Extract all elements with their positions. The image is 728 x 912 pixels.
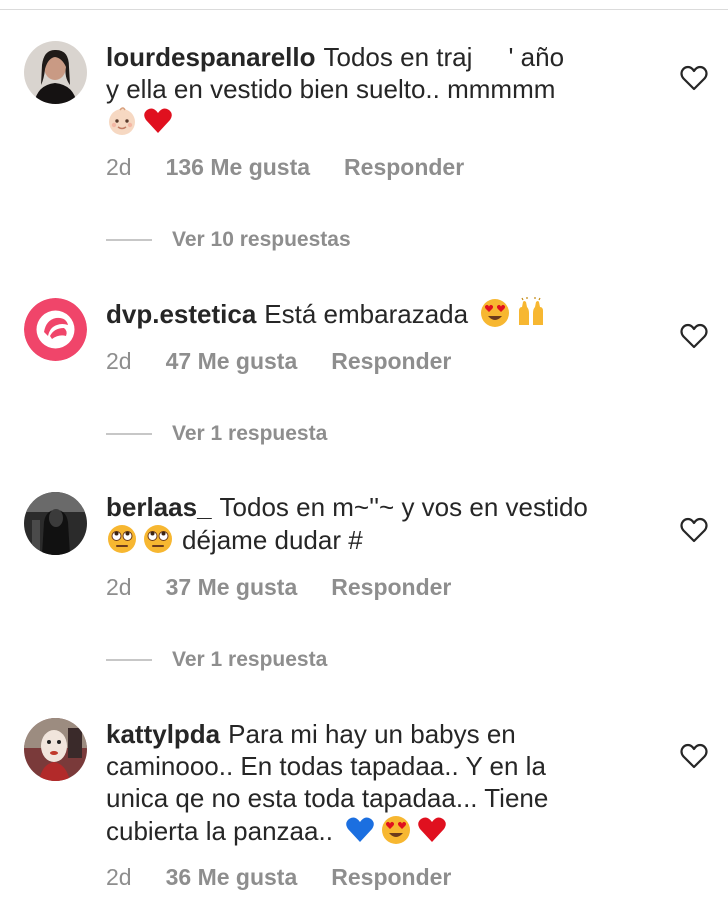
reply-button[interactable]: Responder bbox=[331, 347, 451, 375]
rolling-eyes-emoji bbox=[106, 523, 138, 555]
comment-body: Está embarazada bbox=[264, 299, 469, 329]
rolling-eyes-emoji bbox=[142, 523, 174, 555]
comment-body: Para mi hay un babys en bbox=[228, 719, 516, 749]
view-replies-button[interactable]: Ver 1 respuesta bbox=[106, 420, 327, 448]
reply-button[interactable]: Responder bbox=[331, 573, 451, 601]
comment-time: 2d bbox=[106, 574, 132, 600]
username[interactable]: dvp.estetica bbox=[106, 299, 256, 329]
like-heart-icon[interactable] bbox=[680, 743, 708, 769]
replies-line bbox=[106, 659, 152, 662]
username[interactable]: berlaas_ bbox=[106, 492, 212, 522]
comment-text: dvp.estetica Está embarazada bbox=[106, 297, 666, 330]
avatar[interactable] bbox=[24, 718, 87, 781]
comment-text: berlaas_ Todos en m~''~ y vos en vestido … bbox=[106, 491, 666, 556]
likes-count[interactable]: 136 Me gusta bbox=[166, 153, 310, 181]
avatar[interactable] bbox=[24, 492, 87, 555]
view-replies-label: Ver 10 respuestas bbox=[172, 228, 351, 251]
like-heart-icon[interactable] bbox=[680, 517, 708, 543]
comment-body: déjame dudar # bbox=[182, 525, 363, 555]
heart-eyes-emoji bbox=[380, 814, 412, 846]
comment-time: 2d bbox=[106, 864, 132, 890]
comment-meta: 2d 136 Me gusta Responder bbox=[106, 153, 464, 181]
comment-body: y ella en vestido bien suelto.. mmmmm bbox=[106, 74, 556, 104]
comment-text: lourdespanarello Todos en traj ' año y el… bbox=[106, 41, 666, 138]
comment-body: caminooo.. En todas tapadaa.. Y en la bbox=[106, 751, 546, 781]
comment-body: cubierta la panzaa.. bbox=[106, 816, 333, 846]
comment-body: Todos en traj ' año bbox=[323, 42, 565, 72]
comment-meta: 2d 37 Me gusta Responder bbox=[106, 573, 451, 601]
likes-count[interactable]: 37 Me gusta bbox=[166, 573, 298, 601]
view-replies-button[interactable]: Ver 10 respuestas bbox=[106, 226, 351, 254]
avatar[interactable] bbox=[24, 41, 87, 104]
avatar[interactable] bbox=[24, 298, 87, 361]
view-replies-label: Ver 1 respuesta bbox=[172, 422, 328, 445]
comment-text: kattylpda Para mi hay un babys en caminoo… bbox=[106, 718, 666, 847]
like-heart-icon[interactable] bbox=[680, 323, 708, 349]
top-divider bbox=[0, 9, 728, 10]
username[interactable]: lourdespanarello bbox=[106, 42, 316, 72]
comment-time: 2d bbox=[106, 154, 132, 180]
blue-heart-emoji bbox=[344, 814, 376, 846]
comment-time: 2d bbox=[106, 348, 132, 374]
red-heart-emoji bbox=[416, 814, 448, 846]
likes-count[interactable]: 47 Me gusta bbox=[166, 347, 298, 375]
red-heart-emoji bbox=[142, 105, 174, 137]
like-heart-icon[interactable] bbox=[680, 65, 708, 91]
reply-button[interactable]: Responder bbox=[331, 863, 451, 891]
baby-face-emoji bbox=[106, 105, 138, 137]
comment-meta: 2d 36 Me gusta Responder bbox=[106, 863, 451, 891]
comment-body: Todos en m~''~ y vos en vestido bbox=[219, 492, 588, 522]
view-replies-button[interactable]: Ver 1 respuesta bbox=[106, 646, 327, 674]
heart-eyes-emoji bbox=[479, 297, 511, 329]
view-replies-label: Ver 1 respuesta bbox=[172, 648, 328, 671]
raising-hands-emoji bbox=[515, 297, 547, 329]
replies-line bbox=[106, 433, 152, 436]
comment-body: unica qe no esta toda tapadaa... Tiene bbox=[106, 783, 549, 813]
replies-line bbox=[106, 239, 152, 242]
comment-meta: 2d 47 Me gusta Responder bbox=[106, 347, 451, 375]
username[interactable]: kattylpda bbox=[106, 719, 220, 749]
likes-count[interactable]: 36 Me gusta bbox=[166, 863, 298, 891]
reply-button[interactable]: Responder bbox=[344, 153, 464, 181]
